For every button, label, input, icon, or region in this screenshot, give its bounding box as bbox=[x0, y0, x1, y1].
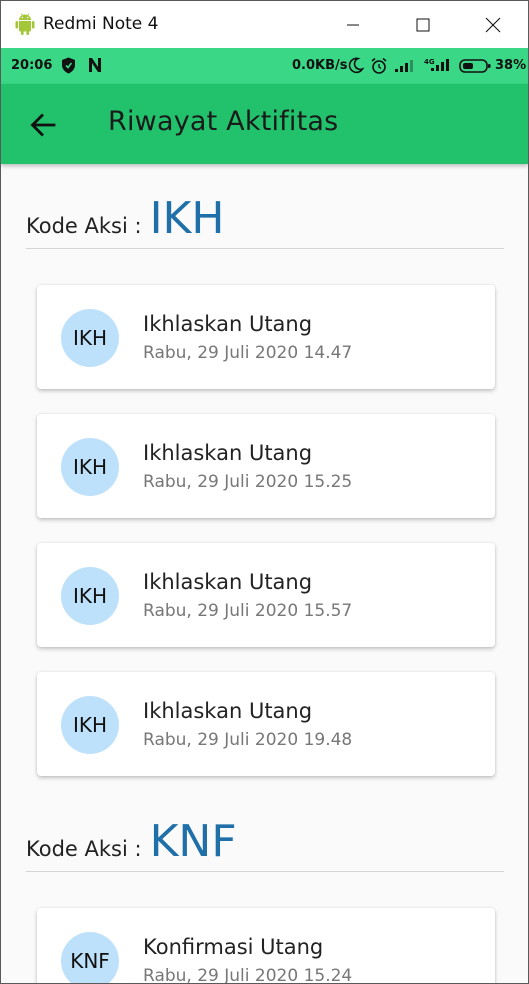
activity-date: Rabu, 29 Juli 2020 15.24 bbox=[143, 966, 353, 984]
activity-title: Konfirmasi Utang bbox=[143, 935, 324, 959]
activity-title: Ikhlaskan Utang bbox=[143, 570, 313, 594]
page-title: Riwayat Aktifitas bbox=[108, 106, 339, 137]
activity-card[interactable]: IKH Ikhlaskan Utang Rabu, 29 Juli 2020 1… bbox=[37, 672, 495, 776]
activity-date: Rabu, 29 Juli 2020 14.47 bbox=[143, 343, 353, 363]
back-button[interactable] bbox=[23, 108, 63, 142]
activity-card[interactable]: IKH Ikhlaskan Utang Rabu, 29 Juli 2020 1… bbox=[37, 543, 495, 647]
activity-card[interactable]: KNF Konfirmasi Utang Rabu, 29 Juli 2020 … bbox=[37, 908, 495, 984]
emulator-window: Redmi Note 4 20:06 0.0KB/s 4G 38% Riwaya… bbox=[0, 0, 529, 984]
maximize-button[interactable] bbox=[388, 1, 458, 48]
android-icon bbox=[15, 13, 35, 35]
action-avatar: IKH bbox=[61, 309, 119, 367]
minimize-icon bbox=[347, 24, 359, 25]
activity-date: Rabu, 29 Juli 2020 15.25 bbox=[143, 472, 353, 492]
battery-icon bbox=[459, 59, 491, 73]
action-avatar: IKH bbox=[61, 567, 119, 625]
activity-card[interactable]: IKH Ikhlaskan Utang Rabu, 29 Juli 2020 1… bbox=[37, 285, 495, 389]
section-code: KNF bbox=[149, 816, 237, 867]
status-battery: 38% bbox=[495, 58, 527, 73]
section-divider bbox=[26, 248, 504, 249]
action-avatar: KNF bbox=[61, 932, 119, 983]
activity-title: Ikhlaskan Utang bbox=[143, 441, 313, 465]
activity-date: Rabu, 29 Juli 2020 15.57 bbox=[143, 601, 353, 621]
status-bar: 20:06 0.0KB/s 4G 38% bbox=[1, 48, 528, 84]
section-code: IKH bbox=[149, 193, 225, 244]
section-label: Kode Aksi : bbox=[26, 214, 142, 238]
window-titlebar: Redmi Note 4 bbox=[1, 1, 528, 48]
maximize-icon bbox=[416, 18, 430, 31]
n-icon bbox=[89, 58, 101, 72]
close-icon bbox=[485, 17, 501, 32]
alarm-icon bbox=[371, 57, 387, 74]
action-avatar: IKH bbox=[61, 438, 119, 496]
activity-card[interactable]: IKH Ikhlaskan Utang Rabu, 29 Juli 2020 1… bbox=[37, 414, 495, 518]
section-divider bbox=[26, 871, 504, 872]
action-avatar: IKH bbox=[61, 696, 119, 754]
arrow-back-icon bbox=[30, 113, 56, 137]
signal-icon: 4G bbox=[424, 58, 449, 71]
app-bar: Riwayat Aktifitas bbox=[1, 84, 528, 164]
svg-text:4G: 4G bbox=[424, 58, 435, 66]
activity-title: Ikhlaskan Utang bbox=[143, 699, 313, 723]
status-speed: 0.0KB/s bbox=[292, 58, 348, 73]
activity-title: Ikhlaskan Utang bbox=[143, 312, 313, 336]
close-button[interactable] bbox=[458, 1, 528, 48]
section-label: Kode Aksi : bbox=[26, 837, 142, 861]
moon-icon bbox=[348, 57, 364, 74]
signal-icon bbox=[395, 60, 413, 72]
activity-list[interactable]: Kode Aksi : IKH IKH Ikhlaskan Utang Rabu… bbox=[1, 164, 528, 984]
section-header: Kode Aksi : KNF bbox=[26, 820, 237, 864]
status-time: 20:06 bbox=[11, 58, 53, 73]
activity-date: Rabu, 29 Juli 2020 19.48 bbox=[143, 730, 353, 750]
section-header: Kode Aksi : IKH bbox=[26, 197, 224, 241]
shield-icon bbox=[62, 57, 75, 74]
minimize-button[interactable] bbox=[318, 1, 388, 48]
window-title: Redmi Note 4 bbox=[43, 14, 159, 34]
